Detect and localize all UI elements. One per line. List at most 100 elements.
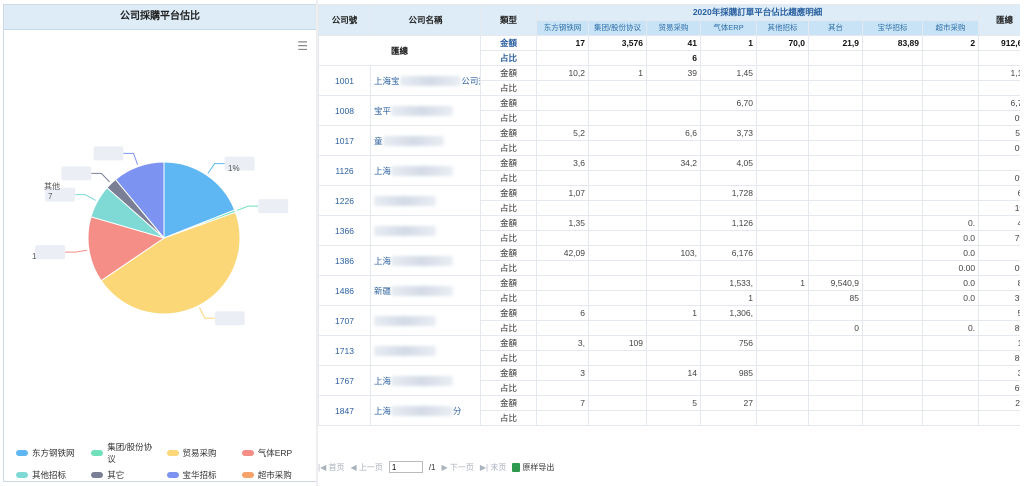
amount-cell [921, 155, 980, 171]
prev-page-button[interactable]: ◀ 上一页 [350, 462, 382, 473]
legend-label: 其它 [107, 470, 125, 480]
legend-item[interactable]: 集团/股份协议 [91, 441, 160, 465]
pie-label-line [91, 172, 111, 183]
ratio-cell [978, 80, 1020, 96]
amount-cell [808, 305, 863, 321]
ratio-cell [588, 110, 647, 126]
ratio-cell [808, 170, 863, 186]
table-row[interactable]: 1386 上海 金額 42,09 103, 6,176 0.0 [318, 245, 1020, 276]
amount-cell [921, 365, 980, 381]
legend-swatch-icon [16, 472, 28, 478]
row-ratio-kind: 占比 [480, 230, 537, 246]
amount-cell [588, 245, 647, 261]
table-row[interactable]: 1707 金額6 11,306, 59 [318, 305, 1020, 336]
amount-cell: 3,73 [700, 125, 757, 141]
company-name: 上海 分 [370, 395, 481, 426]
amount-cell: 1,45 [700, 65, 757, 81]
table-row[interactable]: 1847上海 分 金額7 527 23, [318, 395, 1020, 426]
redacted-block [391, 166, 453, 177]
row-amount-kind: 金額 [480, 65, 537, 81]
total-ratio-cell: 6 [646, 50, 701, 66]
amount-cell [921, 95, 980, 111]
amount-cell: 6,70 [978, 95, 1020, 111]
amount-cell [808, 65, 863, 81]
amount-cell: 3,6 [536, 155, 589, 171]
row-amount-kind: 金額 [480, 245, 537, 261]
page-number-input[interactable] [388, 461, 423, 473]
total-amount-cell: 17 [536, 35, 589, 51]
total-amount-cell: 83,89 [862, 35, 923, 51]
table-row[interactable]: 1713 金額3,109 756 14 [318, 335, 1020, 366]
ratio-cell: 1% [978, 200, 1020, 216]
export-label: 原样导出 [522, 462, 555, 472]
legend-swatch-icon [241, 450, 254, 456]
redacted-block [399, 76, 462, 87]
legend-item[interactable]: 宝华招标 [166, 469, 236, 481]
ratio-cell [756, 200, 809, 216]
pie-chart-panel: 公司採購平台估比 ☰ 1% 其他 7 1 东方钢铁网 集团/股份协议 贸易采购 气体ERP 其… [3, 4, 317, 482]
company-name: 童 [370, 125, 481, 156]
amount-cell: 0.0 [921, 275, 980, 291]
amount-cell: 1,15 [978, 65, 1020, 81]
table-row[interactable]: 1001上海宝 公司郑州分金額10,21391,45 1,15 [318, 65, 1020, 96]
company-code: 1226 [318, 185, 371, 216]
table-row[interactable]: 1226 金額1,07 1,728 65 [318, 185, 1020, 216]
ratio-cell [536, 110, 589, 126]
total-ratio-cell [536, 50, 589, 66]
table-row[interactable]: 1008宝平 金額 6,70 6,70 [318, 95, 1020, 126]
ratio-cell [700, 230, 757, 246]
row-amount-kind: 金額 [480, 155, 537, 171]
table-row[interactable]: 1767上海 金額3 14985 30 [318, 365, 1020, 396]
amount-cell [862, 215, 923, 231]
last-page-button[interactable]: ▶| 末页 [480, 462, 506, 473]
amount-cell: 5,2 [536, 125, 589, 141]
row-ratio-kind: 占比 [480, 170, 537, 186]
export-button[interactable]: 原样导出 [512, 462, 554, 473]
table-row[interactable]: 1126 上海 金額 3,6 34,2 4,05 [318, 155, 1020, 186]
legend-item[interactable]: 贸易采购 [166, 441, 236, 465]
last-page-label: 末页 [490, 462, 507, 472]
first-page-button[interactable]: |◀ 首页 [318, 462, 344, 473]
row-ratio-kind: 占比 [480, 320, 537, 336]
amount-cell: 6,6 [646, 125, 701, 141]
ratio-cell [646, 410, 701, 426]
legend-item[interactable]: 其他招标 [16, 469, 85, 481]
legend-item[interactable]: 超市采购 [241, 469, 311, 481]
ratio-cell [808, 410, 863, 426]
legend-label: 贸易采购 [182, 448, 217, 458]
legend-item[interactable]: 东方钢铁网 [16, 441, 85, 465]
amount-cell [756, 155, 809, 171]
amount-cell [646, 95, 701, 111]
ratio-cell [756, 380, 809, 396]
ratio-cell [536, 350, 589, 366]
amount-cell: 23, [978, 395, 1020, 411]
company-code: 1366 [318, 215, 371, 246]
redacted-block [391, 376, 453, 387]
legend-item[interactable]: 气体ERP [241, 441, 311, 465]
amount-cell [921, 125, 980, 141]
company-code: 1008 [318, 95, 371, 126]
header-platform-5: 其台 [808, 19, 863, 36]
table-row[interactable]: 1366 金額1,35 1,126 0.42 [318, 215, 1020, 246]
table-row[interactable]: 1486新疆金額1,533,19,540,90.080 [318, 275, 1020, 306]
pie-label-gas-value: 1 [32, 252, 37, 261]
amount-cell [646, 185, 701, 201]
amount-cell [756, 365, 809, 381]
ratio-cell: 0% [978, 140, 1020, 156]
legend-swatch-icon [16, 450, 28, 456]
amount-cell [862, 155, 923, 171]
table-row[interactable]: 1017童 金額5,2 6,63,73 5,5 [318, 125, 1020, 156]
amount-cell: 42 [978, 215, 1020, 231]
company-code: 1017 [318, 125, 371, 156]
company-name [370, 185, 481, 216]
amount-cell: 6,176 [700, 245, 757, 261]
amount-cell: 103, [646, 245, 701, 261]
ratio-cell [700, 320, 757, 336]
ratio-cell [700, 170, 757, 186]
ratio-cell [646, 380, 701, 396]
header-platform-1: 集团/股份协议 [588, 19, 647, 36]
ratio-cell [536, 170, 589, 186]
legend-item[interactable]: 其它 [91, 469, 160, 481]
next-page-button[interactable]: ▶ 下一页 [442, 462, 474, 473]
ratio-cell: 0.0 [921, 230, 980, 246]
